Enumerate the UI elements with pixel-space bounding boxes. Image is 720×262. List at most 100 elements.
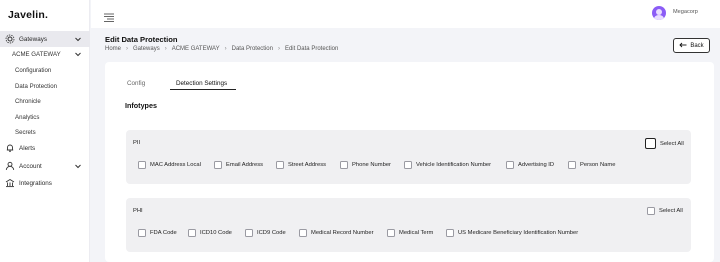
phi-select-all[interactable]: Select All xyxy=(647,207,683,215)
chevron-right-icon: › xyxy=(126,46,129,52)
building-icon xyxy=(5,178,15,188)
option-email-address[interactable]: Email Address xyxy=(214,161,263,169)
checkbox[interactable] xyxy=(340,161,348,169)
option-street-address[interactable]: Street Address xyxy=(276,161,326,169)
option-person-name[interactable]: Person Name xyxy=(568,161,615,169)
option-mac-address-local[interactable]: MAC Address Local xyxy=(138,161,201,169)
select-all-label: Select All xyxy=(659,208,683,214)
sidebar-item-analytics[interactable]: Analytics xyxy=(0,110,90,124)
option-label: Medical Record Number xyxy=(311,230,374,236)
arrow-left-icon xyxy=(679,42,687,50)
option-label: FDA Code xyxy=(150,230,177,236)
sidebar-group-acme-gateway[interactable]: ACME GATEWAY xyxy=(0,47,90,61)
checkbox[interactable] xyxy=(214,161,222,169)
sidebar-item-label: Alerts xyxy=(19,144,36,152)
breadcrumb-current: Edit Data Protection xyxy=(284,46,339,52)
checkbox[interactable] xyxy=(647,207,655,215)
sidebar-item-configuration[interactable]: Configuration xyxy=(0,63,90,77)
pii-panel xyxy=(126,130,691,184)
option-medical-term[interactable]: Medical Term xyxy=(387,229,433,237)
sidebar-item-label: Analytics xyxy=(15,113,40,121)
sidebar-item-label: Account xyxy=(19,162,42,170)
avatar[interactable] xyxy=(652,6,666,20)
sidebar-item-data-protection[interactable]: Data Protection xyxy=(0,79,90,93)
top-bar: Megacorp xyxy=(91,0,720,28)
chevron-down-icon xyxy=(74,162,82,170)
option-fda-code[interactable]: FDA Code xyxy=(138,229,177,237)
chevron-right-icon: › xyxy=(224,46,227,52)
sidebar-item-chronicle[interactable]: Chronicle xyxy=(0,94,90,108)
option-label: Vehicle Identification Number xyxy=(416,162,492,168)
checkbox[interactable] xyxy=(188,229,196,237)
sidebar-item-gateways[interactable]: Gateways xyxy=(0,31,90,47)
back-button-label: Back xyxy=(690,42,704,49)
option-label: Advertising ID xyxy=(518,162,555,168)
option-label: ICD10 Code xyxy=(200,230,232,236)
page-title: Edit Data Protection xyxy=(105,35,178,44)
back-button[interactable]: Back xyxy=(673,38,710,53)
option-phone-number[interactable]: Phone Number xyxy=(340,161,391,169)
checkbox[interactable] xyxy=(446,229,454,237)
option-icd10-code[interactable]: ICD10 Code xyxy=(188,229,232,237)
sidebar-item-label: Secrets xyxy=(15,128,36,136)
checkbox[interactable] xyxy=(138,161,146,169)
select-all-label: Select All xyxy=(660,140,684,147)
chevron-right-icon: › xyxy=(164,46,167,52)
active-tab-indicator xyxy=(170,89,236,90)
checkbox[interactable] xyxy=(299,229,307,237)
checkbox[interactable] xyxy=(568,161,576,169)
panel-title: PHI xyxy=(133,208,143,214)
checkbox[interactable] xyxy=(138,229,146,237)
sidebar-item-label: Chronicle xyxy=(15,97,41,105)
section-title: Infotypes xyxy=(125,101,157,110)
panel-title: PII xyxy=(133,140,141,146)
sidebar-item-label: Integrations xyxy=(19,179,52,187)
user-icon xyxy=(5,161,15,171)
chevron-down-icon xyxy=(74,50,82,58)
tab-detection-settings[interactable]: Detection Settings xyxy=(176,80,227,87)
checkbox[interactable] xyxy=(276,161,284,169)
sidebar-item-integrations[interactable]: Integrations xyxy=(0,175,90,191)
sidebar-item-alerts[interactable]: Alerts xyxy=(0,140,90,156)
checkbox[interactable] xyxy=(404,161,412,169)
option-label: ICD9 Code xyxy=(257,230,286,236)
sidebar-item-label: Configuration xyxy=(15,66,52,74)
option-label: US Medicare Beneficiary Identification N… xyxy=(458,230,579,236)
option-medical-record-number[interactable]: Medical Record Number xyxy=(299,229,374,237)
gear-icon xyxy=(5,34,15,44)
sidebar-group-label: ACME GATEWAY xyxy=(12,50,61,58)
sidebar-item-secrets[interactable]: Secrets xyxy=(0,125,90,139)
chevron-right-icon: › xyxy=(277,46,280,52)
checkbox[interactable] xyxy=(645,138,656,149)
sidebar-item-account[interactable]: Account xyxy=(0,158,90,174)
breadcrumb-item[interactable]: ACME GATEWAY xyxy=(172,46,220,52)
org-name[interactable]: Megacorp xyxy=(673,9,698,15)
checkbox[interactable] xyxy=(387,229,395,237)
app-logo: Javelin. xyxy=(8,9,49,21)
bell-icon xyxy=(5,143,15,153)
breadcrumb-item[interactable]: Home xyxy=(105,46,121,52)
phi-panel xyxy=(126,198,691,252)
option-vehicle-identification-number[interactable]: Vehicle Identification Number xyxy=(404,161,491,169)
option-advertising-id[interactable]: Advertising ID xyxy=(506,161,554,169)
chevron-down-icon xyxy=(74,35,82,43)
sidebar-item-label: Data Protection xyxy=(15,82,58,90)
pii-select-all[interactable]: Select All xyxy=(645,138,684,149)
breadcrumb-item[interactable]: Data Protection xyxy=(232,46,273,52)
breadcrumb-item[interactable]: Gateways xyxy=(133,46,160,52)
sidebar: Javelin. Gateways ACME GATEWAY Configura… xyxy=(0,0,90,262)
option-label: Street Address xyxy=(288,162,327,168)
tab-config[interactable]: Config xyxy=(127,80,145,87)
option-label: Person Name xyxy=(580,162,616,168)
breadcrumb: Home › Gateways › ACME GATEWAY › Data Pr… xyxy=(105,46,338,52)
menu-icon[interactable] xyxy=(104,9,114,22)
sidebar-item-label: Gateways xyxy=(19,35,47,43)
option-label: Phone Number xyxy=(352,162,391,168)
checkbox[interactable] xyxy=(245,229,253,237)
checkbox[interactable] xyxy=(506,161,514,169)
option-label: MAC Address Local xyxy=(150,162,201,168)
option-us-medicare-beneficiary-id[interactable]: US Medicare Beneficiary Identification N… xyxy=(446,229,578,237)
option-label: Email Address xyxy=(226,162,264,168)
option-label: Medical Term xyxy=(399,230,434,236)
option-icd9-code[interactable]: ICD9 Code xyxy=(245,229,286,237)
